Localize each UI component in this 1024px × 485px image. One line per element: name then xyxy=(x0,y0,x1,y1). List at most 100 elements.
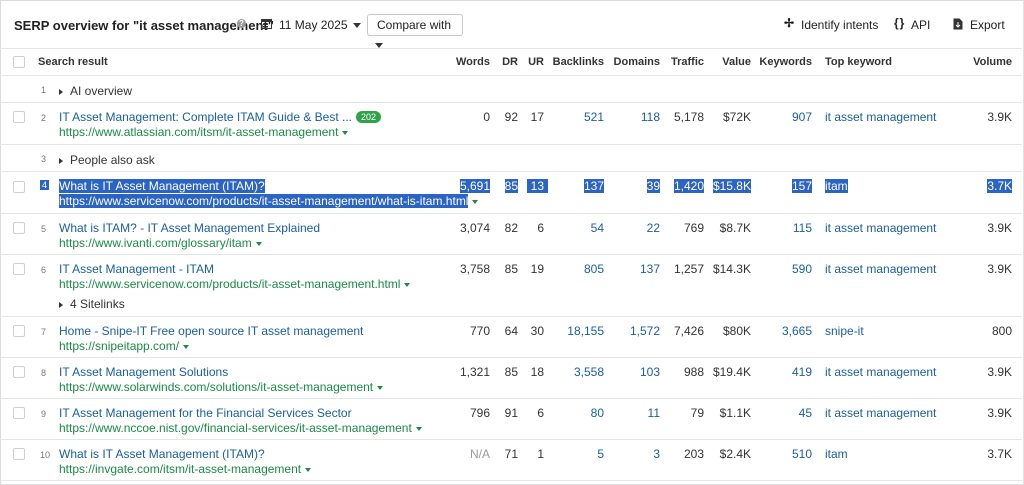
col-traffic[interactable]: Traffic xyxy=(671,56,704,68)
cell-keywords[interactable]: 510 xyxy=(792,447,812,461)
result-title[interactable]: Home - Snipe-IT Free open source IT asse… xyxy=(59,324,363,338)
col-keywords[interactable]: Keywords xyxy=(759,56,812,68)
cell-domains[interactable]: 1,572 xyxy=(630,324,660,338)
export-button[interactable]: Export xyxy=(970,18,1005,32)
count-badge[interactable]: 202 xyxy=(356,111,382,123)
cell-top-keyword[interactable]: it asset management xyxy=(825,221,936,235)
cell-top-keyword[interactable]: it asset management xyxy=(825,406,936,420)
cell-top-keyword[interactable]: it asset management xyxy=(825,110,936,124)
row-checkbox[interactable] xyxy=(13,222,25,234)
result-url[interactable]: https://invgate.com/itsm/it-asset-manage… xyxy=(59,462,312,476)
sparkle-icon[interactable]: ✢ xyxy=(784,16,794,30)
cell-ur: 1 xyxy=(537,447,544,461)
people-also-ask-toggle[interactable]: People also ask xyxy=(59,153,155,167)
chevron-down-icon[interactable] xyxy=(183,344,190,349)
result-url[interactable]: https://www.solarwinds.com/solutions/it-… xyxy=(59,380,384,394)
result-title-link[interactable]: IT Asset Management: Complete ITAM Guide… xyxy=(59,110,382,124)
result-url[interactable]: https://snipeitapp.com/ xyxy=(59,339,190,353)
ai-overview-toggle[interactable]: AI overview xyxy=(59,84,132,98)
col-volume[interactable]: Volume xyxy=(973,56,1012,68)
cell-keywords[interactable]: 45 xyxy=(799,406,812,420)
cell-backlinks[interactable]: 54 xyxy=(591,221,604,235)
col-value[interactable]: Value xyxy=(722,56,751,68)
date-label: 11 May 2025 xyxy=(279,18,348,32)
cell-domains[interactable]: 22 xyxy=(647,221,660,235)
divider xyxy=(0,398,1022,399)
calendar-icon[interactable] xyxy=(261,18,272,29)
result-title[interactable]: What is IT Asset Management (ITAM)? xyxy=(59,179,265,193)
row-checkbox[interactable] xyxy=(13,325,25,337)
cell-domains[interactable]: 118 xyxy=(641,110,660,124)
col-words[interactable]: Words xyxy=(456,56,490,68)
row-checkbox[interactable] xyxy=(13,448,25,460)
chevron-down-icon[interactable] xyxy=(472,199,479,204)
chevron-down-icon[interactable] xyxy=(255,241,262,246)
caret-right-icon xyxy=(59,88,63,95)
braces-icon[interactable]: {} xyxy=(894,16,905,30)
result-url[interactable]: https://www.servicenow.com/products/it-a… xyxy=(59,277,411,291)
chevron-down-icon[interactable] xyxy=(342,130,349,135)
result-title[interactable]: What is ITAM? - IT Asset Management Expl… xyxy=(59,221,320,235)
cell-top-keyword[interactable]: snipe-it xyxy=(825,324,864,338)
result-title[interactable]: IT Asset Management Solutions xyxy=(59,365,228,379)
identify-intents-button[interactable]: Identify intents xyxy=(801,18,878,32)
cell-backlinks[interactable]: 3,558 xyxy=(574,365,604,379)
cell-keywords[interactable]: 419 xyxy=(792,365,812,379)
sitelinks-toggle[interactable]: 4 Sitelinks xyxy=(59,297,125,311)
result-title[interactable]: IT Asset Management - ITAM xyxy=(59,262,214,276)
question-icon[interactable]: ? xyxy=(237,19,246,28)
cell-top-keyword[interactable]: itam xyxy=(825,447,848,461)
cell-volume: 3.7K xyxy=(987,447,1012,461)
cell-domains[interactable]: 137 xyxy=(640,262,660,276)
compare-with-dropdown[interactable]: Compare with xyxy=(367,14,463,49)
result-title[interactable]: What is IT Asset Management (ITAM)? xyxy=(59,447,265,461)
cell-top-keyword[interactable]: it asset management xyxy=(825,365,936,379)
cell-domains[interactable]: 39 xyxy=(646,179,660,193)
cell-keywords[interactable]: 115 xyxy=(793,221,812,235)
cell-volume: 3.9K xyxy=(987,262,1012,276)
select-all-checkbox[interactable] xyxy=(13,56,25,68)
chevron-down-icon[interactable] xyxy=(305,467,312,472)
col-backlinks[interactable]: Backlinks xyxy=(553,56,604,68)
cell-domains[interactable]: 103 xyxy=(640,365,660,379)
cell-keywords[interactable]: 590 xyxy=(792,262,812,276)
result-url-text: https://www.solarwinds.com/solutions/it-… xyxy=(59,380,374,394)
result-url[interactable]: https://www.servicenow.com/products/it-a… xyxy=(59,194,479,208)
cell-top-keyword[interactable]: itam xyxy=(825,179,848,193)
result-title: IT Asset Management: Complete ITAM Guide… xyxy=(59,110,353,124)
cell-domains[interactable]: 11 xyxy=(648,406,660,420)
result-title[interactable]: IT Asset Management for the Financial Se… xyxy=(59,406,352,420)
col-top-keyword[interactable]: Top keyword xyxy=(825,56,892,68)
cell-backlinks[interactable]: 137 xyxy=(583,179,604,193)
export-icon[interactable] xyxy=(953,18,963,30)
cell-keywords[interactable]: 907 xyxy=(792,110,812,124)
result-url[interactable]: https://www.ivanti.com/glossary/itam xyxy=(59,236,262,250)
col-domains[interactable]: Domains xyxy=(614,56,660,68)
row-checkbox[interactable] xyxy=(13,366,25,378)
api-button[interactable]: API xyxy=(911,18,930,32)
chevron-down-icon[interactable] xyxy=(377,385,384,390)
cell-backlinks[interactable]: 5 xyxy=(597,447,604,461)
col-dr[interactable]: DR xyxy=(502,56,518,68)
col-ur[interactable]: UR xyxy=(528,56,544,68)
result-url[interactable]: https://www.atlassian.com/itsm/it-asset-… xyxy=(59,125,349,139)
cell-traffic: 5,178 xyxy=(673,110,704,124)
result-url[interactable]: https://www.nccoe.nist.gov/financial-ser… xyxy=(59,421,422,435)
cell-keywords[interactable]: 157 xyxy=(791,179,812,193)
cell-backlinks[interactable]: 18,155 xyxy=(567,324,604,338)
row-checkbox[interactable] xyxy=(13,263,25,275)
cell-backlinks[interactable]: 805 xyxy=(584,262,604,276)
chevron-down-icon[interactable] xyxy=(404,282,411,287)
cell-backlinks[interactable]: 80 xyxy=(591,406,604,420)
cell-backlinks[interactable]: 521 xyxy=(584,110,604,124)
chevron-down-icon[interactable] xyxy=(415,426,422,431)
cell-domains[interactable]: 3 xyxy=(653,447,660,461)
row-position: 2 xyxy=(41,113,47,123)
row-checkbox[interactable] xyxy=(13,407,25,419)
col-search-result[interactable]: Search result xyxy=(38,56,108,68)
cell-keywords[interactable]: 3,665 xyxy=(782,324,812,338)
date-selector[interactable]: 11 May 2025 xyxy=(279,18,361,32)
row-checkbox[interactable] xyxy=(13,111,25,123)
cell-top-keyword[interactable]: it asset management xyxy=(825,262,936,276)
row-checkbox[interactable] xyxy=(13,181,25,193)
